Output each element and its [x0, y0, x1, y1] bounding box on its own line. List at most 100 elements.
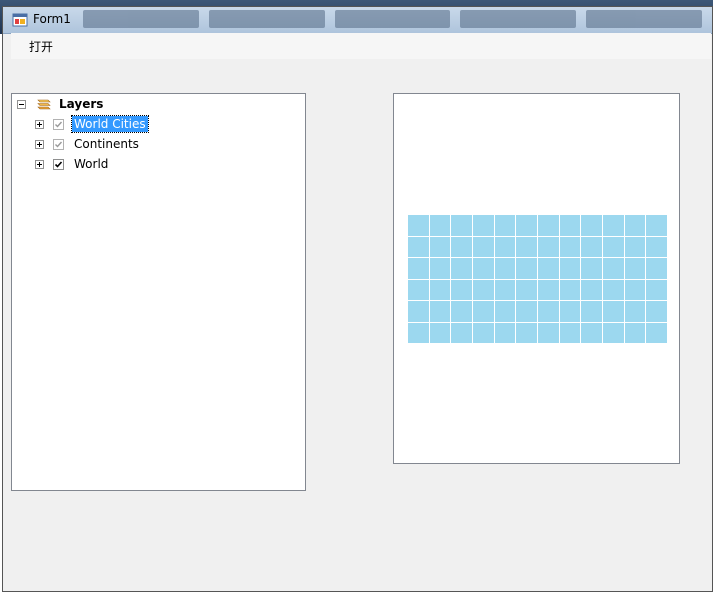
map-grid-cell: [646, 279, 667, 300]
map-grid-cell: [559, 236, 581, 257]
map-grid-cell: [602, 236, 624, 257]
map-grid-cell: [429, 215, 451, 236]
map-grid-cell: [537, 258, 559, 279]
map-grid-cell: [537, 279, 559, 300]
tree-node-continents[interactable]: Continents: [35, 135, 141, 153]
map-grid-cell: [646, 236, 667, 257]
map-control[interactable]: [393, 93, 680, 464]
map-grid-cell: [472, 279, 494, 300]
background-window-tabs: [83, 10, 702, 28]
map-grid-cell: [494, 215, 516, 236]
map-grid-cell: [537, 322, 559, 343]
map-grid-cell: [472, 236, 494, 257]
layer-visibility-checkbox[interactable]: [53, 138, 64, 150]
app-icon: [12, 13, 28, 27]
map-grid-cell: [451, 215, 472, 236]
map-grid-cell: [516, 279, 537, 300]
map-grid-cell: [581, 279, 602, 300]
map-grid-cell: [429, 236, 451, 257]
collapse-icon[interactable]: [17, 99, 26, 109]
checkmark-icon: [55, 141, 63, 148]
map-grid-cell: [646, 322, 667, 343]
map-grid-cell: [408, 322, 429, 343]
map-grid-cell: [559, 258, 581, 279]
map-grid-cell: [494, 322, 516, 343]
window-title: Form1: [33, 12, 71, 26]
map-grid-cell: [494, 301, 516, 322]
map-grid-cell: [429, 301, 451, 322]
map-grid-cell: [602, 279, 624, 300]
map-grid-cell: [646, 258, 667, 279]
tree-node-layers[interactable]: Layers: [17, 95, 105, 113]
map-grid-cell: [451, 279, 472, 300]
map-grid-cell: [429, 322, 451, 343]
map-grid-cell: [516, 236, 537, 257]
map-grid-cell: [408, 236, 429, 257]
map-grid-cell: [451, 301, 472, 322]
map-grid-cell: [537, 301, 559, 322]
map-grid-cell: [624, 215, 646, 236]
map-grid-cell: [581, 236, 602, 257]
map-grid-cell: [451, 258, 472, 279]
tree-node-world[interactable]: World: [35, 155, 110, 173]
title-bar[interactable]: Form1: [3, 7, 712, 34]
map-grid-cell: [537, 236, 559, 257]
map-grid-cell: [408, 301, 429, 322]
map-grid-cell: [429, 279, 451, 300]
tree-node-world-cities[interactable]: World Cities: [35, 115, 149, 133]
menu-bar: 打开: [11, 33, 711, 59]
map-grid-cell: [472, 322, 494, 343]
map-grid-cell: [624, 236, 646, 257]
map-grid-cell: [624, 301, 646, 322]
menu-item-open[interactable]: 打开: [25, 38, 57, 55]
map-grid-cell: [516, 215, 537, 236]
map-grid-cell: [472, 258, 494, 279]
layers-icon: [37, 99, 51, 110]
map-grid-cell: [537, 215, 559, 236]
map-grid-cell: [624, 322, 646, 343]
layer-label[interactable]: Continents: [72, 136, 141, 152]
expand-icon[interactable]: [35, 139, 44, 149]
map-grid-cell: [581, 215, 602, 236]
map-grid-cell: [451, 322, 472, 343]
layer-label[interactable]: World Cities: [71, 115, 149, 133]
map-grid-cell: [559, 215, 581, 236]
map-grid-cell: [472, 215, 494, 236]
tree-root-label: Layers: [59, 97, 104, 111]
map-grid-cell: [516, 301, 537, 322]
map-grid-cell: [559, 279, 581, 300]
map-grid-cell: [408, 279, 429, 300]
map-grid-cell: [581, 258, 602, 279]
toc-tree-view[interactable]: Layers World Cities Continents World: [11, 93, 306, 491]
map-grid-cell: [646, 215, 667, 236]
map-grid-cell: [624, 279, 646, 300]
map-grid-cell: [494, 279, 516, 300]
map-grid-cell: [602, 258, 624, 279]
map-graticule-grid: [408, 215, 667, 343]
map-grid-cell: [429, 258, 451, 279]
map-grid-cell: [516, 258, 537, 279]
map-grid-cell: [559, 301, 581, 322]
map-grid-cell: [494, 258, 516, 279]
checkmark-icon: [55, 121, 63, 128]
map-grid-cell: [602, 215, 624, 236]
checkmark-icon: [54, 160, 63, 168]
map-grid-cell: [602, 322, 624, 343]
layer-visibility-checkbox[interactable]: [53, 158, 64, 170]
map-grid-cell: [516, 322, 537, 343]
map-grid-cell: [646, 301, 667, 322]
map-grid-cell: [559, 322, 581, 343]
expand-icon[interactable]: [35, 119, 44, 129]
layer-visibility-checkbox[interactable]: [53, 118, 64, 130]
map-grid-cell: [581, 322, 602, 343]
map-grid-cell: [408, 215, 429, 236]
map-grid-cell: [581, 301, 602, 322]
map-grid-cell: [472, 301, 494, 322]
map-grid-cell: [494, 236, 516, 257]
map-grid-cell: [408, 258, 429, 279]
map-grid-cell: [602, 301, 624, 322]
map-grid-cell: [451, 236, 472, 257]
map-grid-cell: [624, 258, 646, 279]
expand-icon[interactable]: [35, 159, 44, 169]
layer-label[interactable]: World: [72, 156, 110, 172]
